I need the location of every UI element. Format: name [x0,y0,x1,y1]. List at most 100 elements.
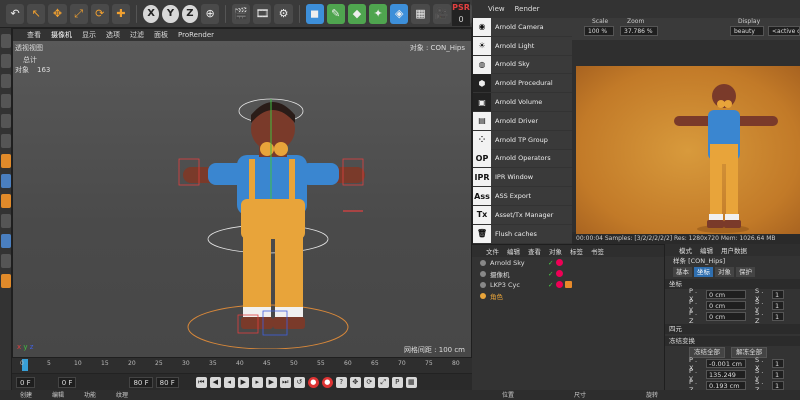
floor-icon[interactable]: ▦ [411,3,430,24]
3d-viewport[interactable]: 查看 摄像机 显示 选项 过滤 面板 ProRender 透视视图 对象 : C… [12,28,472,358]
arnold-sky-item[interactable]: ◍ Arnold Sky [473,55,572,75]
ass-export-item[interactable]: Ass ASS Export [473,187,572,206]
key-scale-icon[interactable]: ⤢ [377,376,389,388]
om-menu-view[interactable]: 查看 [528,246,541,256]
om-menu-tags[interactable]: 标签 [570,246,583,256]
frozen-scale-x-field[interactable]: 1 [772,359,784,368]
attr-menu-mode[interactable]: 模式 [679,245,692,255]
arnold-driver-item[interactable]: ▤ Arnold Driver [473,111,572,131]
live-select-icon[interactable]: ↖ [27,3,46,24]
current-frame-field[interactable]: 0 F [16,376,35,388]
om-menu-edit[interactable]: 编辑 [507,246,520,256]
cloner-icon[interactable]: ✦ [369,3,388,24]
rotate-icon[interactable]: ⟳ [90,3,109,24]
object-row[interactable]: Arnold Sky ✓ [472,257,664,268]
scale-field[interactable]: 100 % [584,26,614,36]
viewport-menu-cameras[interactable]: 摄像机 [51,30,72,40]
deformer-icon[interactable]: ◈ [390,3,409,24]
character-model[interactable] [163,79,383,349]
material-tag-icon[interactable] [565,281,573,288]
record-icon[interactable]: ● [307,376,319,388]
point-level-icon[interactable]: ▦ [405,376,417,388]
frozen-position-x-field[interactable]: -0.001 cm [706,359,746,368]
solo-icon[interactable] [1,234,11,248]
paint-icon[interactable] [1,254,11,268]
material-menu-function[interactable]: 功能 [84,390,96,400]
position-x-field[interactable]: 0 cm [706,290,746,299]
subdivision-icon[interactable]: ◆ [347,3,367,24]
render-view-icon[interactable]: 🎬 [232,3,251,24]
start-frame-field[interactable]: 0 F [57,376,77,388]
frozen-position-y-field[interactable]: 135.249 cm [706,370,746,387]
om-menu-bookmarks[interactable]: 书签 [591,246,604,256]
attr-menu-userdata[interactable]: 用户数据 [721,245,747,255]
render-menu-view[interactable]: View [488,5,505,13]
scale-x-field[interactable]: 1 [772,290,784,299]
render-picture-viewer-icon[interactable]: 🎞 [253,3,272,24]
timeline-ruler[interactable]: 0 5 10 15 20 25 30 35 40 45 50 55 60 65 … [12,358,472,374]
display-select[interactable]: beauty [730,26,764,36]
ipr-window-item[interactable]: IPR IPR Window [473,168,572,188]
attr-menu-edit[interactable]: 编辑 [700,245,713,255]
cube-icon[interactable]: ◼ [305,3,324,24]
y-axis-button[interactable]: Y [162,4,179,23]
mode-polygons-icon[interactable] [1,114,11,128]
prev-key-icon[interactable]: ◀ [209,376,221,388]
tab-basic[interactable]: 基本 [673,267,692,277]
tab-object[interactable]: 对象 [715,267,734,277]
visibility-check-icon[interactable]: ✓ [548,281,553,289]
frozen-scale-y-field[interactable]: 1 [772,370,784,379]
z-axis-button[interactable]: Z [181,4,199,23]
key-param-icon[interactable]: P [391,376,403,388]
pen-icon[interactable]: ✎ [326,3,345,24]
coordinate-system-icon[interactable]: ⊕ [201,3,220,24]
mode-axis-icon[interactable] [1,134,11,148]
position-y-field[interactable]: 0 cm [706,301,746,310]
preview-end-field[interactable]: 80 F [155,376,179,388]
sculpt-icon[interactable] [1,274,11,288]
section-freeze[interactable]: 冻结变换 [665,336,800,346]
frozen-position-z-field[interactable]: 0.193 cm [706,381,746,390]
scale-z-field[interactable]: 1 [772,312,784,321]
end-frame-field[interactable]: 80 F [129,376,153,388]
render-output[interactable] [572,40,800,236]
grid-icon[interactable] [1,214,11,228]
render-settings-icon[interactable]: ⚙ [274,3,293,24]
protection-tag-icon[interactable] [556,270,564,277]
material-menu-create[interactable]: 创建 [20,390,32,400]
tab-protection[interactable]: 保护 [736,267,755,277]
zoom-field[interactable]: 37.786 % [620,26,658,36]
viewport-menu-display[interactable]: 显示 [82,30,96,40]
arnold-volume-item[interactable]: ▣ Arnold Volume [473,93,572,112]
frozen-scale-z-field[interactable]: 1 [772,381,784,390]
tx-manager-item[interactable]: Tx Asset/Tx Manager [473,205,572,225]
visibility-check-icon[interactable]: ✓ [548,270,553,278]
add-icon[interactable]: ✚ [111,3,131,24]
undo-icon[interactable]: ↶ [6,3,25,24]
go-to-end-icon[interactable]: ⏭ [279,376,291,388]
keyframe-selection-icon[interactable]: ✥ [349,376,361,388]
snap-icon[interactable] [1,154,11,168]
viewport-menu-panel[interactable]: 面板 [154,30,168,40]
play-icon[interactable]: ▶ [237,376,249,388]
material-menu-edit[interactable]: 编辑 [52,390,64,400]
arnold-tp-group-item[interactable]: ⁘ Arnold TP Group [473,130,572,150]
mode-edges-icon[interactable] [1,94,11,108]
loop-icon[interactable]: ↺ [293,376,305,388]
mode-points-icon[interactable] [1,74,11,88]
scale-y-field[interactable]: 1 [772,301,784,310]
section-quaternion[interactable]: 四元 [665,324,800,334]
arnold-procedural-item[interactable]: ⬢ Arnold Procedural [473,74,572,94]
lock-icon[interactable] [1,194,11,208]
section-coordinates[interactable]: 坐标 [665,279,800,289]
next-frame-icon[interactable]: ▸ [251,376,263,388]
key-rotation-icon[interactable]: ⟳ [363,376,375,388]
viewport-menu-prorender[interactable]: ProRender [178,31,214,39]
flush-caches-item[interactable]: 🗑 Flush caches [473,224,572,244]
arnold-light-item[interactable]: ☀ Arnold Light [473,36,572,56]
material-menu-texture[interactable]: 纹理 [116,390,128,400]
mode-texture-icon[interactable] [1,54,11,68]
arnold-tag-icon[interactable] [556,281,564,288]
mode-model-icon[interactable] [1,34,11,48]
position-z-field[interactable]: 0 cm [706,312,746,321]
